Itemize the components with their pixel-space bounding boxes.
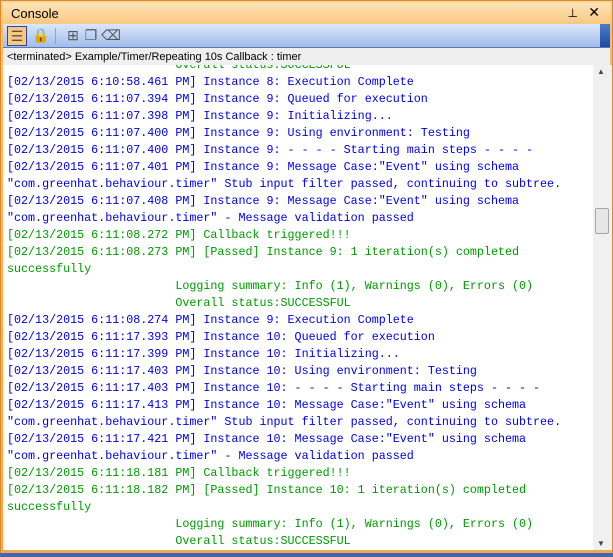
vertical-scrollbar[interactable]: ▲ ▼ xyxy=(593,65,612,550)
console-line: Overall status:SUCCESSFUL xyxy=(7,296,351,310)
console-line: [02/13/2015 6:11:17.403 PM] Instance 10:… xyxy=(7,364,477,378)
scroll-lock-icon[interactable]: 🔒 xyxy=(31,26,51,46)
console-line: Logging summary: Info (1), Warnings (0),… xyxy=(7,517,534,531)
console-view: Console ⊥ ✕ ☰ 🔒 ⊞ ❐ ⌫ <terminated> Example/T… xyxy=(0,0,613,557)
console-line: successfully xyxy=(7,500,92,514)
console-line: [02/13/2015 6:11:07.398 PM] Instance 9: … xyxy=(7,109,393,123)
scroll-up-arrow-icon[interactable]: ▲ xyxy=(597,67,605,76)
pin-icon[interactable]: ⊥ xyxy=(568,6,578,20)
show-console-icon[interactable]: ☰ xyxy=(7,26,27,46)
console-line: [02/13/2015 6:11:07.394 PM] Instance 9: … xyxy=(7,92,428,106)
toolbar-separator xyxy=(55,28,56,44)
console-line: [02/13/2015 6:11:07.408 PM] Instance 9: … xyxy=(7,194,519,208)
console-line: [02/13/2015 6:11:17.393 PM] Instance 10:… xyxy=(7,330,435,344)
console-line: Overall status:SUCCESSFUL xyxy=(7,534,351,548)
console-line: [02/13/2015 6:11:08.273 PM] [Passed] Ins… xyxy=(7,245,519,259)
view-titlebar: Console ⊥ ✕ xyxy=(3,3,610,24)
bottom-border xyxy=(0,553,613,557)
console-line: [02/13/2015 6:11:18.181 PM] Callback tri… xyxy=(7,466,351,480)
view-title: Console xyxy=(11,6,59,21)
select-icon[interactable]: ⊞ xyxy=(63,26,83,46)
console-line: [02/13/2015 6:11:17.413 PM] Instance 10:… xyxy=(7,398,527,412)
console-line: [02/13/2015 6:11:17.403 PM] Instance 10:… xyxy=(7,381,541,395)
console-line: [02/13/2015 6:11:08.272 PM] Callback tri… xyxy=(7,228,351,242)
console-line: Overall status:SUCCESSFUL xyxy=(7,65,351,72)
console-output[interactable]: Overall status:SUCCESSFUL [02/13/2015 6:1… xyxy=(3,65,593,550)
console-line: [02/13/2015 6:11:17.399 PM] Instance 10:… xyxy=(7,347,400,361)
console-line: successfully xyxy=(7,262,92,276)
console-line: [02/13/2015 6:11:07.401 PM] Instance 9: … xyxy=(7,160,519,174)
process-status: <terminated> Example/Timer/Repeating 10s… xyxy=(3,48,610,65)
console-line: "com.greenhat.behaviour.timer" Stub inpu… xyxy=(7,177,562,191)
console-toolbar: ☰ 🔒 ⊞ ❐ ⌫ xyxy=(3,24,610,48)
console-line: [02/13/2015 6:10:58.461 PM] Instance 8: … xyxy=(7,75,414,89)
console-line: "com.greenhat.behaviour.timer" Stub inpu… xyxy=(7,415,562,429)
close-icon[interactable]: ✕ xyxy=(588,4,600,21)
clear-icon[interactable]: ⌫ xyxy=(101,26,121,46)
toolbar-endcap xyxy=(600,24,610,47)
console-line: [02/13/2015 6:11:07.400 PM] Instance 9: … xyxy=(7,143,534,157)
console-line: [02/13/2015 6:11:07.400 PM] Instance 9: … xyxy=(7,126,470,140)
console-line: "com.greenhat.behaviour.timer" - Message… xyxy=(7,211,414,225)
console-line: [02/13/2015 6:11:08.274 PM] Instance 9: … xyxy=(7,313,414,327)
console-line: Logging summary: Info (1), Warnings (0),… xyxy=(7,279,534,293)
console-line: "com.greenhat.behaviour.timer" - Message… xyxy=(7,449,414,463)
console-line: [02/13/2015 6:11:17.421 PM] Instance 10:… xyxy=(7,432,527,446)
scroll-thumb[interactable] xyxy=(595,208,609,234)
scroll-down-arrow-icon[interactable]: ▼ xyxy=(597,539,605,548)
console-line: [02/13/2015 6:11:18.182 PM] [Passed] Ins… xyxy=(7,483,527,497)
copy-icon[interactable]: ❐ xyxy=(81,26,101,46)
